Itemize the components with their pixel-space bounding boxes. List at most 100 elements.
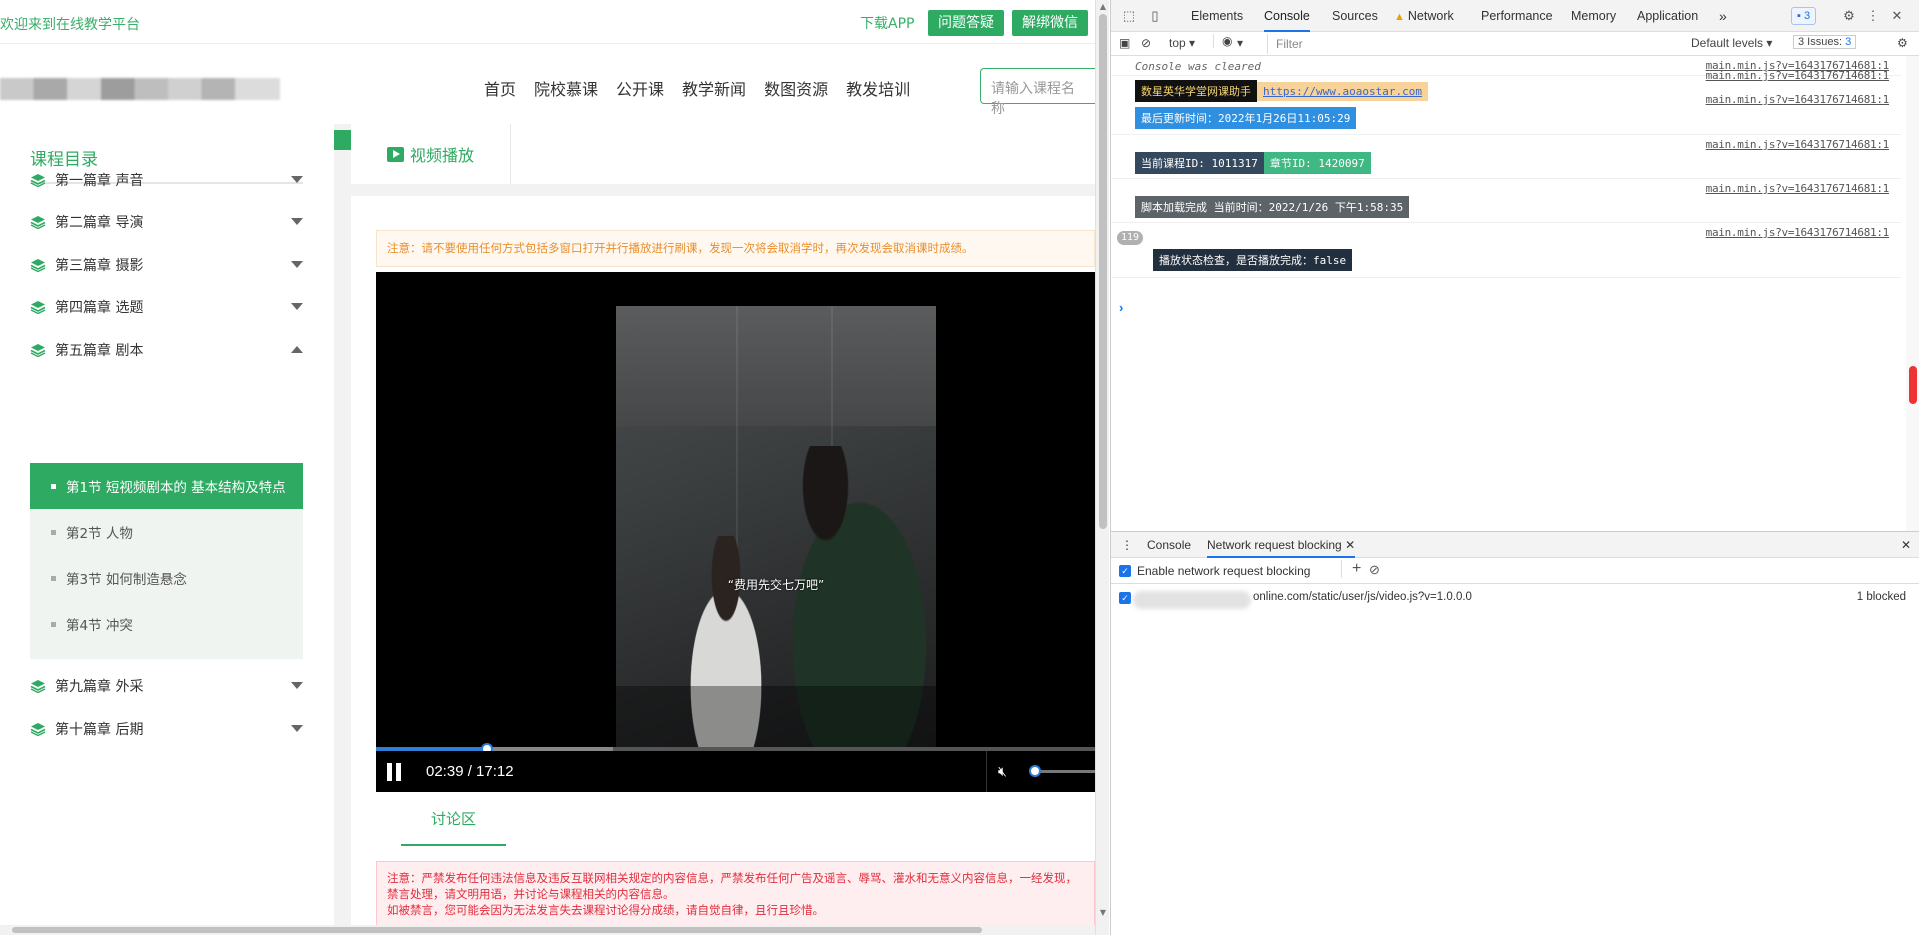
scroll-up-icon[interactable]: ▲ (1096, 2, 1110, 12)
chevron-down-icon[interactable] (291, 303, 303, 310)
nav-item-home[interactable]: 首页 (484, 76, 516, 100)
issues-button[interactable]: 3 Issues: 3 (1793, 35, 1857, 49)
sidebar-toggle-icon[interactable]: ▣ (1119, 36, 1130, 50)
qa-button[interactable]: 问题答疑 (928, 10, 1004, 36)
volume-slider[interactable] (1032, 770, 1095, 773)
log-source-link[interactable]: main.min.js?v=1643176714681:1 (1706, 69, 1890, 82)
section-item-1[interactable]: 第1节 短视频剧本的 基本结构及特点 (30, 463, 303, 509)
video-frame[interactable]: “费用先交七万吧” (616, 306, 936, 751)
tab-memory[interactable]: Memory (1571, 0, 1616, 32)
chevron-up-icon[interactable] (291, 346, 303, 353)
log-source-link[interactable]: main.min.js?v=1643176714681:1 (1706, 93, 1890, 106)
course-search-input[interactable]: 请输入课程名称 (980, 68, 1095, 117)
section-item-2[interactable]: 第2节 人物 (30, 509, 303, 555)
nav-item-training[interactable]: 教发培训 (846, 76, 910, 100)
context-select[interactable]: top ▾ (1169, 36, 1195, 50)
chevron-down-icon[interactable] (291, 176, 303, 183)
console-settings-icon[interactable]: ⚙ (1897, 36, 1908, 50)
log-levels-select[interactable]: Default levels ▾ (1691, 36, 1772, 50)
chevron-down-icon[interactable] (291, 725, 303, 732)
player-controls: 02:39 / 17:12 🔇︎ (376, 751, 1095, 792)
log-message: 播放状态检查，是否播放完成：false (1153, 249, 1353, 271)
nav-item-mooc[interactable]: 院校慕课 (534, 76, 598, 100)
clear-console-icon[interactable]: ⊘ (1141, 36, 1151, 50)
scrollbar-thumb[interactable] (1909, 366, 1917, 404)
tab-discussion[interactable]: 讨论区 (401, 796, 506, 846)
log-source-link[interactable]: main.min.js?v=1643176714681:1 (1706, 182, 1890, 195)
download-app-link[interactable]: 下载APP (860, 13, 914, 33)
chevron-down-icon[interactable] (291, 261, 303, 268)
blocked-count: 1 blocked (1856, 591, 1906, 603)
section-item-3[interactable]: 第3节 如何制造悬念 (30, 555, 303, 601)
console-prompt-icon[interactable]: › (1119, 300, 1123, 315)
console-log-entry: main.min.js?v=1643176714681:1 当前课程ID: 10… (1111, 135, 1901, 179)
tab-application[interactable]: Application (1637, 0, 1698, 32)
tab-elements[interactable]: Elements (1191, 0, 1243, 32)
inspect-element-icon[interactable]: ⬚ (1121, 8, 1137, 24)
settings-gear-icon[interactable]: ⚙ (1841, 8, 1857, 24)
chapter-5-sections: 第1节 短视频剧本的 基本结构及特点 第2节 人物 第3节 如何制造悬念 第4节… (30, 463, 303, 659)
pattern-checkbox[interactable]: ✓ (1119, 592, 1131, 604)
tab-network[interactable]: ▲ Network (1394, 0, 1454, 32)
scene-desk (616, 686, 936, 751)
log-message: 当前课程ID: 1011317 章节ID: 1420097 (1135, 152, 1371, 174)
section-item-4[interactable]: 第4节 冲突 (30, 601, 303, 647)
close-devtools-icon[interactable]: ✕ (1889, 8, 1905, 24)
tab-console[interactable]: Console (1264, 0, 1310, 32)
video-panel: 注意：请不要使用任何方式包括多窗口打开并行播放进行刷课，发现一次将会取消学时，再… (351, 196, 1095, 935)
console-scrollbar[interactable] (1906, 56, 1919, 531)
chapter-item-10[interactable]: 第十篇章 后期 (30, 703, 303, 755)
page-horizontal-scrollbar[interactable] (0, 925, 1095, 935)
nav-item-news[interactable]: 教学新闻 (682, 76, 746, 100)
more-tabs-icon[interactable]: » (1719, 0, 1727, 32)
console-output[interactable]: Console was cleared main.min.js?v=164317… (1111, 56, 1919, 531)
drawer-tab-console[interactable]: Console (1147, 532, 1191, 558)
messages-badge[interactable]: ▪ 3 (1791, 7, 1817, 25)
eye-icon[interactable]: ◉ (1213, 34, 1232, 48)
drawer-tab-network-request-blocking[interactable]: Network request blocking ✕ (1207, 532, 1356, 558)
nav-item-resources[interactable]: 数图资源 (764, 76, 828, 100)
add-pattern-icon[interactable]: + (1341, 560, 1361, 578)
warning-line: 注意：严禁发布任何违法信息及违反互联网相关规定的内容信息，严禁发布任何广告及谣言… (387, 871, 1077, 885)
remove-all-patterns-icon[interactable]: ⊘ (1369, 562, 1380, 578)
site-logo[interactable] (0, 78, 280, 100)
drawer-tabbar: ⋮ Console Network request blocking ✕ ✕ (1111, 532, 1919, 558)
scrollbar-thumb[interactable] (12, 927, 982, 933)
video-player[interactable]: “费用先交七万吧” 02:39 / 17:12 🔇︎ (376, 272, 1095, 792)
device-toolbar-icon[interactable]: ▯ (1147, 8, 1163, 24)
scrollbar-thumb[interactable] (1099, 14, 1107, 529)
chapter-item-5[interactable]: 第五篇章 剧本 (30, 324, 303, 376)
pause-icon[interactable] (386, 763, 402, 781)
log-updated-pill: 最后更新时间：2022年1月26日11:05:29 (1135, 107, 1357, 129)
enable-blocking-checkbox[interactable]: ✓ (1119, 565, 1131, 577)
dropdown-arrow-icon[interactable]: ▾ (1237, 36, 1243, 50)
log-source-link[interactable]: main.min.js?v=1643176714681:1 (1706, 226, 1890, 239)
mute-icon[interactable]: 🔇︎ (998, 764, 1007, 780)
layers-icon (30, 679, 46, 693)
tab-label: 视频播放 (410, 146, 475, 165)
tab-performance[interactable]: Performance (1481, 0, 1553, 32)
scroll-down-icon[interactable]: ▼ (1096, 908, 1110, 918)
layers-icon (30, 258, 46, 272)
chapter-label: 第二篇章 导演 (55, 215, 144, 231)
bullet-icon (51, 483, 56, 489)
close-tab-icon[interactable]: ✕ (1345, 538, 1355, 552)
console-toolbar: ▣ ⊘ top ▾ ◉ ▾ Filter Default levels ▾ 3 … (1111, 32, 1919, 56)
close-drawer-icon[interactable]: ✕ (1901, 532, 1911, 558)
page-vertical-scrollbar[interactable]: ▲ ▼ (1095, 0, 1109, 935)
blocked-pattern-row[interactable]: ✓ online.com/static/user/js/video.js?v=1… (1111, 588, 1919, 614)
chevron-down-icon[interactable] (291, 218, 303, 225)
log-source-link[interactable]: main.min.js?v=1643176714681:1 (1706, 138, 1890, 151)
layers-icon (30, 215, 46, 229)
console-log-entry: main.min.js?v=1643176714681:1 脚本加载完成 当前时… (1111, 179, 1901, 223)
console-filter-input[interactable]: Filter (1267, 34, 1667, 54)
chevron-down-icon[interactable] (291, 682, 303, 689)
tab-video-playback[interactable]: 视频播放 (351, 124, 511, 184)
nav-item-open-course[interactable]: 公开课 (616, 76, 664, 100)
drawer-menu-icon[interactable]: ⋮ (1121, 532, 1133, 558)
tab-sources[interactable]: Sources (1332, 0, 1378, 32)
unbind-wechat-button[interactable]: 解绑微信 (1012, 10, 1088, 36)
kebab-menu-icon[interactable]: ⋮ (1865, 8, 1881, 24)
volume-handle[interactable] (1029, 765, 1041, 777)
enable-blocking-label: Enable network request blocking (1137, 564, 1311, 578)
